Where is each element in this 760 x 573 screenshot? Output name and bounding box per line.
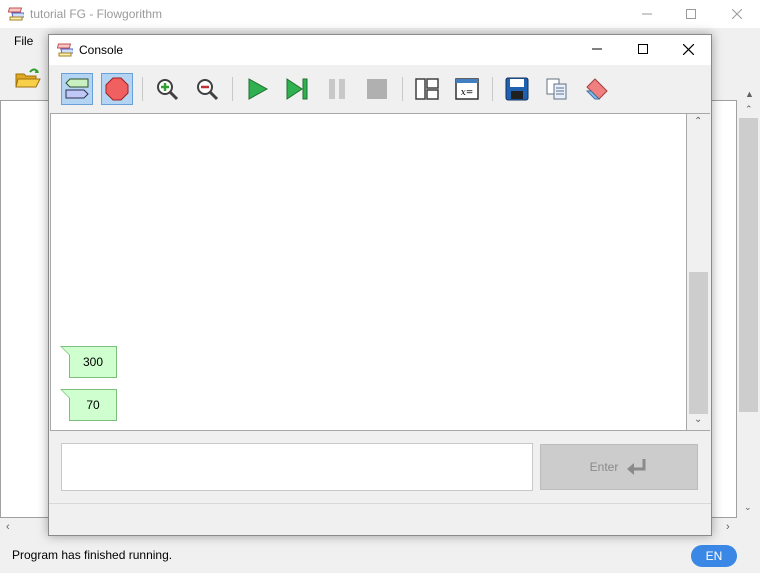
maximize-icon (686, 9, 696, 19)
console-bottom-separator (49, 503, 711, 504)
stop-sign-button[interactable] (101, 73, 133, 105)
output-bubble: 300 (60, 346, 117, 378)
toolbar-separator (142, 77, 143, 101)
console-titlebar[interactable]: Console (49, 35, 711, 65)
scroll-up-arrow-icon[interactable]: ▲ (745, 89, 754, 99)
toolbar-separator (232, 77, 233, 101)
flowgorithm-logo-icon (8, 7, 24, 21)
speech-bubble-icon (65, 78, 89, 99)
pause-button[interactable] (321, 73, 353, 105)
console-vertical-scrollbar[interactable]: ⌃ ⌄ (687, 113, 710, 431)
step-button[interactable] (281, 73, 313, 105)
open-folder-icon (15, 68, 41, 88)
flowgorithm-logo-icon (57, 43, 73, 57)
zoom-out-button[interactable] (191, 73, 223, 105)
console-vertical-scroll-thumb[interactable] (689, 272, 708, 414)
open-file-button[interactable] (14, 66, 42, 90)
run-button[interactable] (241, 73, 273, 105)
save-icon (505, 77, 529, 101)
console-toolbar: x= (49, 65, 711, 113)
play-icon (248, 78, 269, 100)
step-icon (286, 78, 308, 100)
zoom-out-icon (197, 79, 219, 101)
zoom-in-button[interactable] (151, 73, 183, 105)
zoom-in-icon (157, 79, 179, 101)
stop-button[interactable] (361, 73, 393, 105)
copy-icon (546, 78, 567, 100)
stop-sign-icon (105, 77, 129, 101)
scroll-right-arrow-icon[interactable]: › (726, 521, 730, 533)
enter-button-label: Enter (589, 460, 619, 474)
main-window-title: tutorial FG - Flowgorithm (30, 7, 163, 21)
minimize-icon (592, 48, 602, 50)
output-bubble-mode-button[interactable] (61, 73, 93, 105)
copy-button[interactable] (541, 73, 573, 105)
console-output-area[interactable]: 300 70 (50, 113, 687, 431)
variables-icon: x= (455, 78, 479, 100)
enter-return-icon (627, 459, 646, 475)
main-vertical-scroll-thumb[interactable] (739, 118, 758, 412)
maximize-icon (638, 44, 648, 54)
main-maximize-button[interactable] (668, 0, 714, 28)
status-text: Program has finished running. (12, 548, 173, 562)
output-bubble: 70 (60, 389, 117, 421)
toolbar-separator (492, 77, 493, 101)
svg-text:x=: x= (461, 88, 474, 98)
save-button[interactable] (501, 73, 533, 105)
main-minimize-button[interactable] (624, 0, 670, 28)
language-badge[interactable]: EN (691, 545, 737, 567)
console-minimize-button[interactable] (574, 35, 620, 63)
pause-icon (329, 79, 345, 99)
console-window: Console x= 300 70 ⌃ ⌄ Enter (48, 34, 712, 536)
layout-button[interactable] (411, 73, 443, 105)
main-titlebar[interactable]: tutorial FG - Flowgorithm (0, 0, 760, 28)
console-close-button[interactable] (665, 35, 711, 63)
scroll-left-arrow-icon[interactable]: ‹ (6, 521, 10, 533)
enter-button[interactable]: Enter (540, 444, 698, 490)
stop-icon (367, 79, 387, 99)
toolbar-separator (402, 77, 403, 101)
eraser-icon (585, 78, 608, 100)
console-title: Console (79, 43, 124, 57)
close-icon (732, 9, 742, 19)
main-close-button[interactable] (714, 0, 760, 28)
console-maximize-button[interactable] (620, 35, 666, 63)
menu-file[interactable]: File (14, 34, 33, 48)
console-input-field[interactable] (61, 443, 533, 491)
layout-icon (415, 78, 439, 100)
scroll-down-arrow-icon[interactable]: ⌄ (744, 502, 752, 513)
scroll-up-arrow-icon[interactable]: ⌃ (694, 116, 702, 127)
clear-button[interactable] (581, 73, 613, 105)
scroll-down-arrow-icon[interactable]: ⌄ (694, 414, 702, 425)
minimize-icon (642, 13, 652, 15)
variables-button[interactable]: x= (451, 73, 483, 105)
close-icon (682, 43, 694, 55)
scroll-up-arrow-icon[interactable]: ⌃ (745, 104, 753, 115)
